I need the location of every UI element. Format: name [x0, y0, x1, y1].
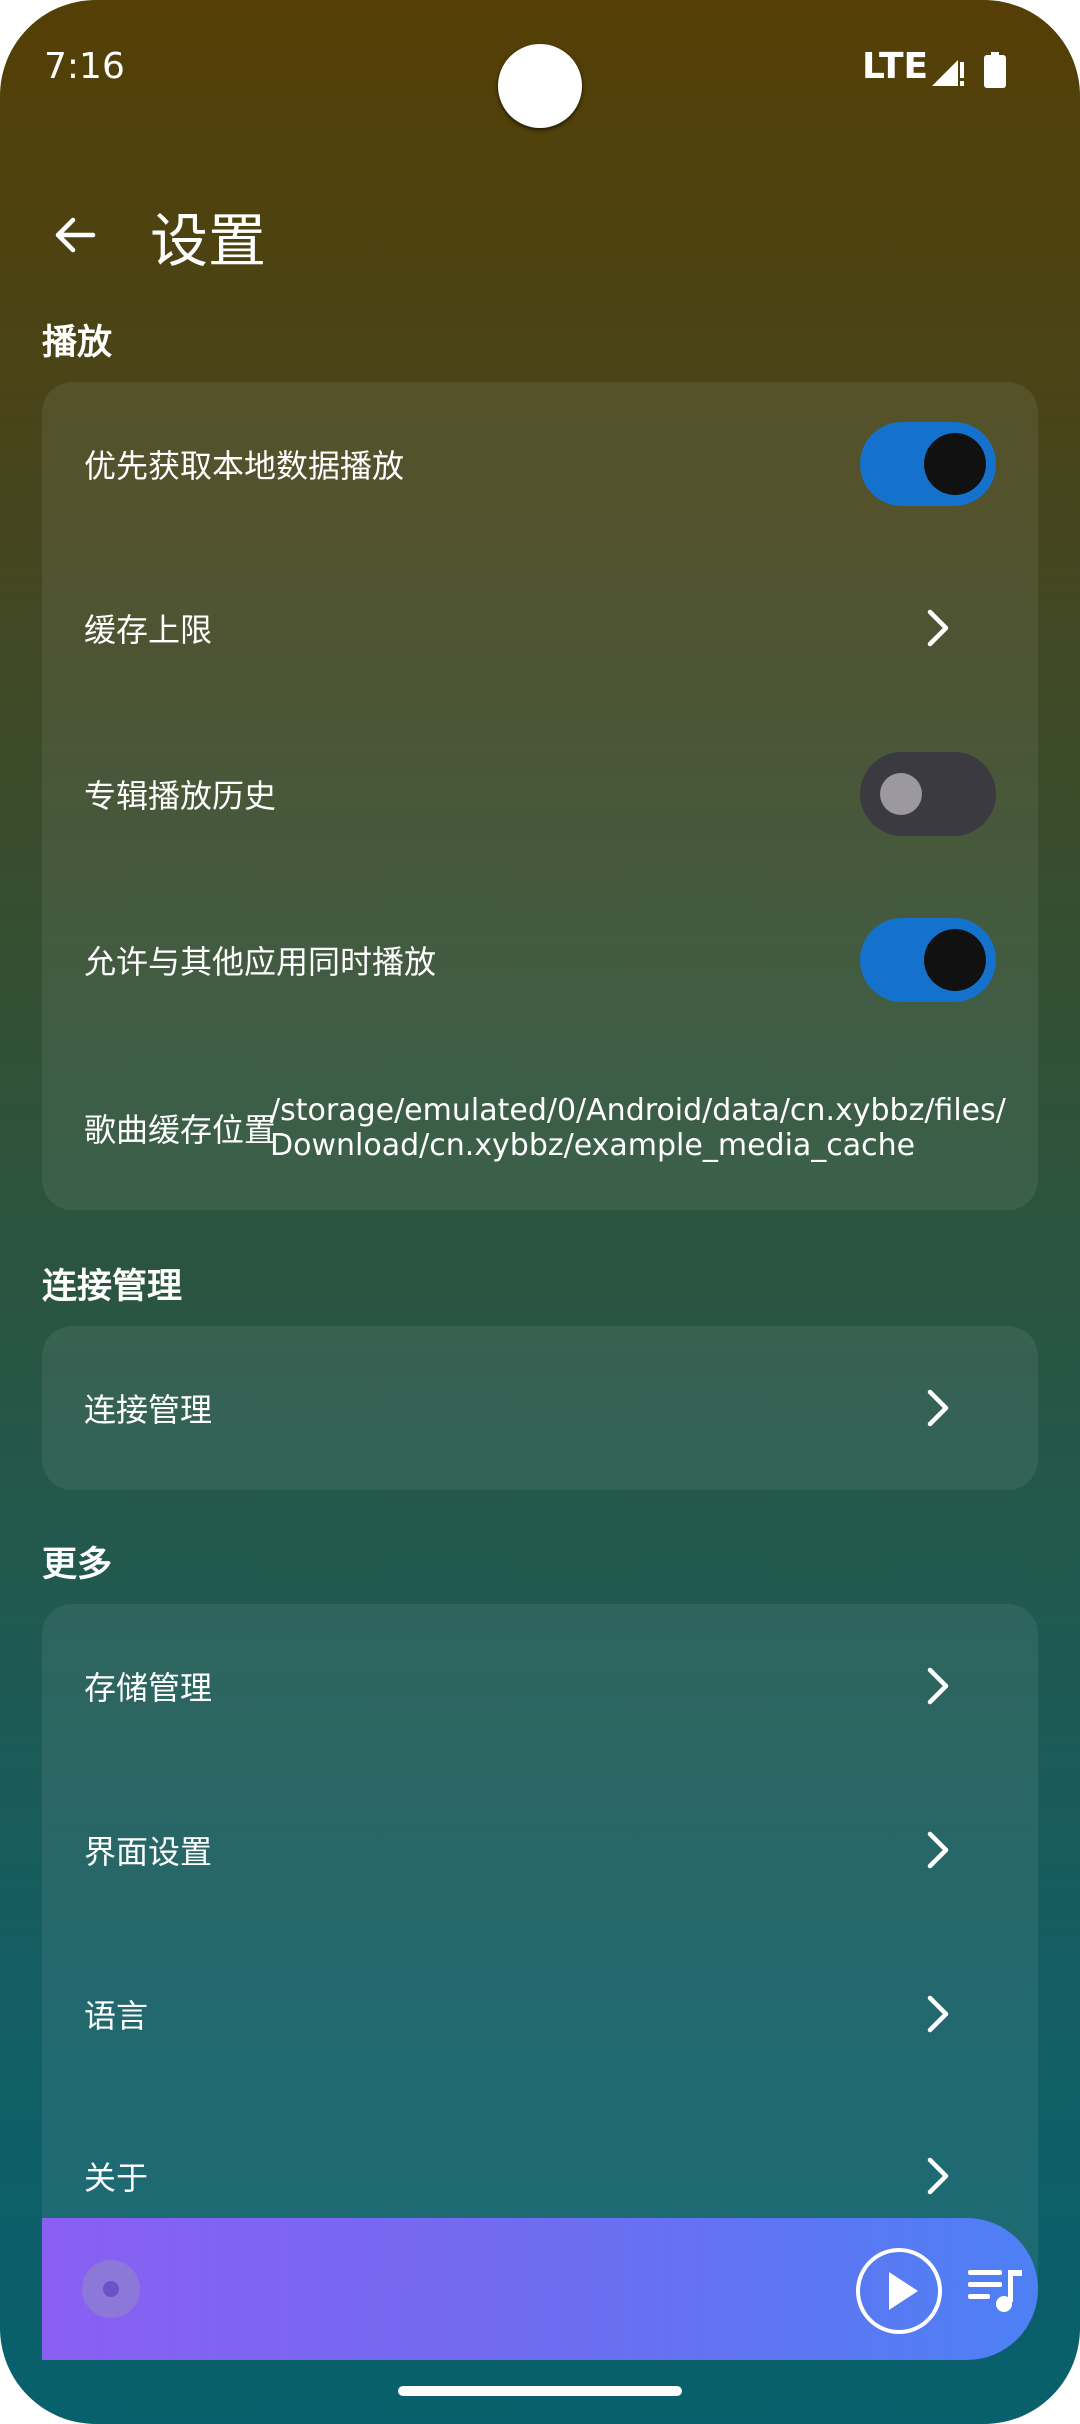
camera-cutout [498, 44, 582, 128]
mini-player[interactable] [42, 2218, 1038, 2360]
setting-label: 界面设置 [84, 1833, 213, 1871]
queue-music-icon[interactable] [966, 2260, 1024, 2318]
setting-album-history[interactable]: 专辑播放历史 [42, 712, 1038, 876]
connection-card: 连接管理 [42, 1326, 1038, 1490]
album-disc-icon[interactable] [82, 2260, 140, 2318]
setting-label: 存储管理 [84, 1669, 213, 1707]
cache-path-value: /storage/emulated/0/Android/data/cn.xybb… [270, 1093, 1006, 1163]
setting-label: 专辑播放历史 [84, 777, 277, 815]
setting-label: 优先获取本地数据播放 [84, 447, 405, 485]
setting-label: 语言 [84, 1997, 149, 2035]
chevron-right-icon [927, 2157, 949, 2195]
setting-cache-location[interactable]: 歌曲缓存位置 /storage/emulated/0/Android/data/… [42, 1046, 1038, 1210]
chevron-right-icon [927, 1389, 949, 1427]
chevron-right-icon [927, 609, 949, 647]
network-type: LTE [862, 46, 929, 87]
arrow-back-icon [55, 217, 96, 253]
setting-mix-playback[interactable]: 允许与其他应用同时播放 [42, 878, 1038, 1042]
chevron-right-icon [927, 1667, 949, 1705]
chevron-right-icon [927, 1995, 949, 2033]
setting-label: 歌曲缓存位置 [84, 1111, 277, 1149]
section-title-connection: 连接管理 [42, 1267, 183, 1307]
section-title-playback: 播放 [42, 323, 113, 363]
status-time: 7:16 [44, 46, 125, 87]
setting-label: 缓存上限 [84, 611, 213, 649]
setting-interface[interactable]: 界面设置 [42, 1768, 1038, 1932]
page-title: 设置 [150, 207, 267, 275]
setting-label: 连接管理 [84, 1391, 213, 1429]
setting-storage[interactable]: 存储管理 [42, 1604, 1038, 1768]
setting-label: 关于 [84, 2159, 149, 2197]
play-icon [889, 2272, 918, 2310]
album-history-toggle[interactable] [860, 752, 996, 836]
home-indicator[interactable] [398, 2386, 682, 2396]
playback-card: 优先获取本地数据播放 缓存上限 专辑播放历史 允许与其他应用同时播放 歌曲缓存位… [42, 382, 1038, 1210]
status-bar: 7:16 LTE [0, 0, 1080, 140]
mix-playback-toggle[interactable] [860, 918, 996, 1002]
prefer-local-toggle[interactable] [860, 422, 996, 506]
setting-connection-management[interactable]: 连接管理 [42, 1326, 1038, 1490]
app-bar: 设置 [0, 180, 1080, 280]
section-title-more: 更多 [42, 1545, 113, 1585]
back-button[interactable] [40, 200, 110, 270]
setting-cache-limit[interactable]: 缓存上限 [42, 546, 1038, 710]
more-card: 存储管理 界面设置 语言 关于 [42, 1604, 1038, 2324]
play-button[interactable] [856, 2248, 942, 2334]
chevron-right-icon [927, 1831, 949, 1869]
setting-label: 允许与其他应用同时播放 [84, 943, 437, 981]
setting-language[interactable]: 语言 [42, 1932, 1038, 2096]
battery-icon [984, 52, 1006, 88]
signal-icon [932, 60, 964, 86]
setting-prefer-local[interactable]: 优先获取本地数据播放 [42, 382, 1038, 546]
